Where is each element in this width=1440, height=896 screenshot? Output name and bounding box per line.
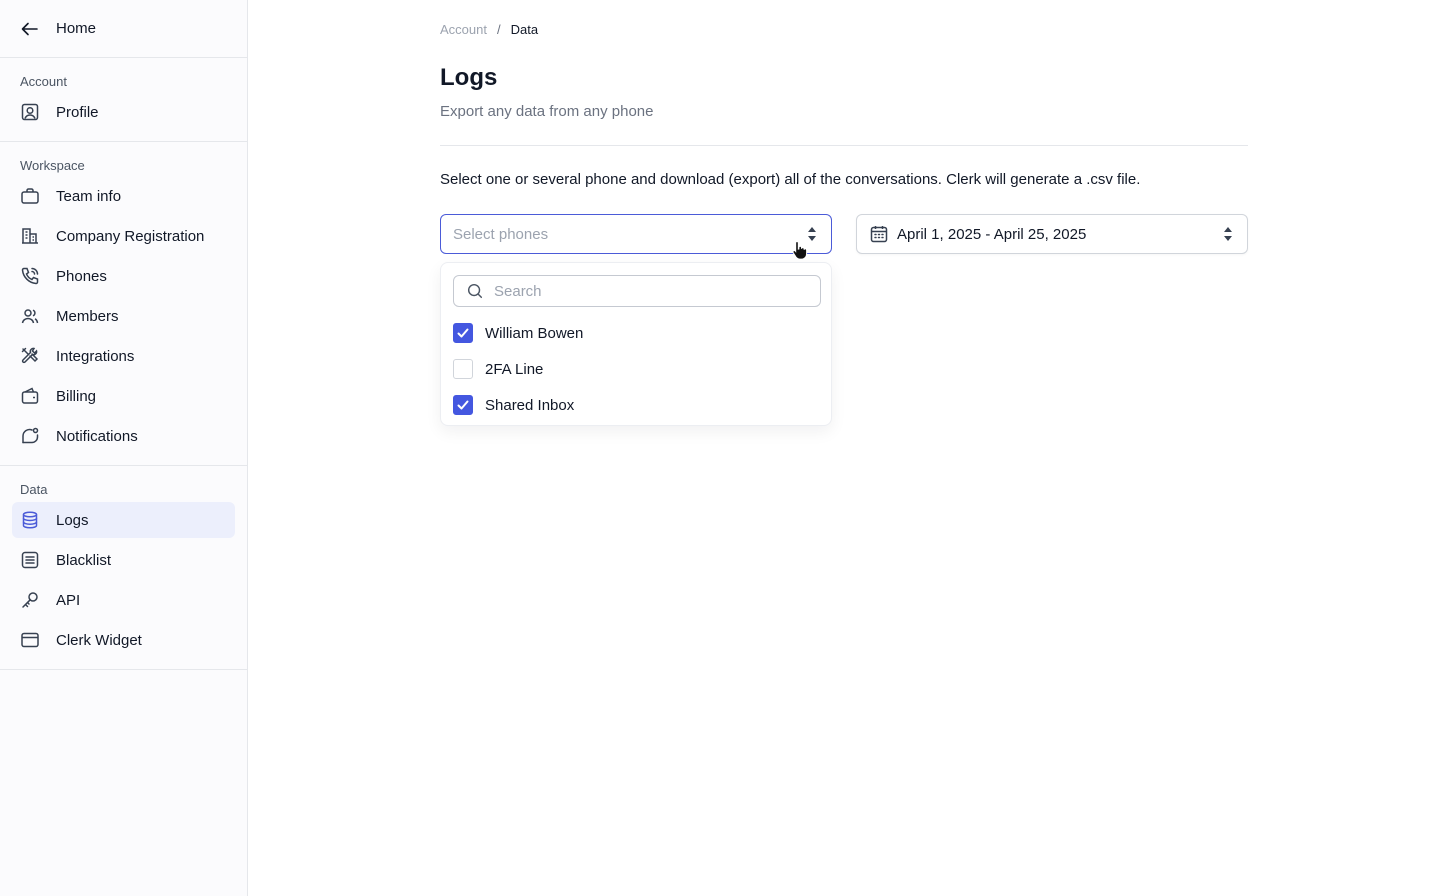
breadcrumb-data: Data bbox=[510, 22, 539, 37]
sidebar: Home Account Profile Workspace Team info… bbox=[0, 0, 248, 896]
phone-option-label: William Bowen bbox=[485, 324, 584, 342]
sidebar-item-team-info[interactable]: Team info bbox=[12, 178, 235, 214]
database-icon bbox=[22, 511, 38, 529]
building-icon bbox=[22, 228, 38, 244]
phone-option-label: Shared Inbox bbox=[485, 396, 575, 414]
divider bbox=[440, 145, 1248, 146]
sidebar-item-phones[interactable]: Phones bbox=[12, 258, 235, 294]
checkbox-unchecked[interactable] bbox=[453, 359, 473, 379]
sidebar-section-account: Account Profile bbox=[0, 58, 247, 142]
sidebar-item-label: Notifications bbox=[56, 427, 138, 445]
select-arrows-icon bbox=[807, 227, 817, 241]
sidebar-item-integrations[interactable]: Integrations bbox=[12, 338, 235, 374]
key-icon bbox=[22, 592, 38, 608]
checkbox-checked[interactable] bbox=[453, 395, 473, 415]
profile-icon bbox=[21, 103, 39, 121]
phone-option-2fa-line[interactable]: 2FA Line bbox=[453, 359, 543, 379]
list-icon bbox=[21, 551, 39, 569]
sidebar-item-label: Logs bbox=[56, 511, 89, 529]
briefcase-icon bbox=[21, 188, 39, 204]
sidebar-item-company-registration[interactable]: Company Registration bbox=[12, 218, 235, 254]
sidebar-item-label: Profile bbox=[56, 103, 99, 121]
sidebar-item-label: Members bbox=[56, 307, 119, 325]
section-title-data: Data bbox=[20, 482, 48, 497]
calendar-icon bbox=[870, 226, 888, 243]
phone-select-placeholder: Select phones bbox=[453, 225, 549, 243]
tools-icon bbox=[21, 347, 39, 364]
phone-option-william-bowen[interactable]: William Bowen bbox=[453, 323, 583, 343]
sidebar-item-label: Phones bbox=[56, 267, 107, 285]
sidebar-section-data: Data Logs Blacklist API Clerk Widget bbox=[0, 466, 247, 670]
check-icon bbox=[457, 328, 469, 338]
bell-icon bbox=[22, 427, 39, 444]
sidebar-item-api[interactable]: API bbox=[12, 582, 235, 618]
page-title: Logs bbox=[440, 64, 498, 91]
sidebar-item-blacklist[interactable]: Blacklist bbox=[12, 542, 235, 578]
hand-cursor-icon bbox=[792, 240, 808, 260]
checkbox-checked[interactable] bbox=[453, 323, 473, 343]
phone-option-label: 2FA Line bbox=[485, 360, 544, 378]
sidebar-item-label: Blacklist bbox=[56, 551, 112, 569]
phone-icon bbox=[21, 267, 39, 285]
section-title-workspace: Workspace bbox=[20, 158, 85, 173]
breadcrumb-separator: / bbox=[496, 22, 501, 37]
home-link[interactable]: Home bbox=[0, 0, 247, 58]
search-input[interactable] bbox=[494, 282, 794, 300]
sidebar-item-billing[interactable]: Billing bbox=[12, 378, 235, 414]
check-icon bbox=[457, 400, 469, 410]
date-range-picker[interactable]: April 1, 2025 - April 25, 2025 bbox=[856, 214, 1248, 254]
phone-select[interactable]: Select phones bbox=[440, 214, 832, 254]
search-icon bbox=[467, 283, 483, 299]
wallet-icon bbox=[21, 387, 39, 404]
search-field[interactable] bbox=[453, 275, 821, 307]
breadcrumb-account[interactable]: Account bbox=[440, 22, 487, 37]
select-arrows-icon bbox=[1223, 227, 1233, 241]
phone-select-dropdown: William Bowen 2FA Line Shared Inbox bbox=[440, 262, 832, 426]
breadcrumb: Account / Data bbox=[440, 22, 538, 37]
sidebar-item-label: Team info bbox=[56, 187, 122, 205]
export-description: Select one or several phone and download… bbox=[440, 171, 1141, 188]
sidebar-item-label: API bbox=[56, 591, 81, 609]
section-title-account: Account bbox=[20, 74, 67, 89]
sidebar-item-label: Billing bbox=[56, 387, 97, 405]
home-label: Home bbox=[56, 20, 97, 37]
sidebar-section-workspace: Workspace Team info Company Registration… bbox=[0, 142, 247, 466]
page-subtitle: Export any data from any phone bbox=[440, 103, 654, 120]
sidebar-item-clerk-widget[interactable]: Clerk Widget bbox=[12, 622, 235, 658]
sidebar-item-label: Clerk Widget bbox=[56, 631, 142, 649]
phone-option-shared-inbox[interactable]: Shared Inbox bbox=[453, 395, 574, 415]
sidebar-item-label: Company Registration bbox=[56, 227, 205, 245]
members-icon bbox=[21, 309, 39, 324]
window-icon bbox=[21, 632, 39, 648]
sidebar-item-profile[interactable]: Profile bbox=[12, 94, 235, 130]
sidebar-item-notifications[interactable]: Notifications bbox=[12, 418, 235, 454]
sidebar-item-label: Integrations bbox=[56, 347, 135, 365]
date-range-value: April 1, 2025 - April 25, 2025 bbox=[897, 225, 1087, 243]
sidebar-item-logs[interactable]: Logs bbox=[12, 502, 235, 538]
arrow-left-icon bbox=[21, 22, 38, 35]
sidebar-item-members[interactable]: Members bbox=[12, 298, 235, 334]
